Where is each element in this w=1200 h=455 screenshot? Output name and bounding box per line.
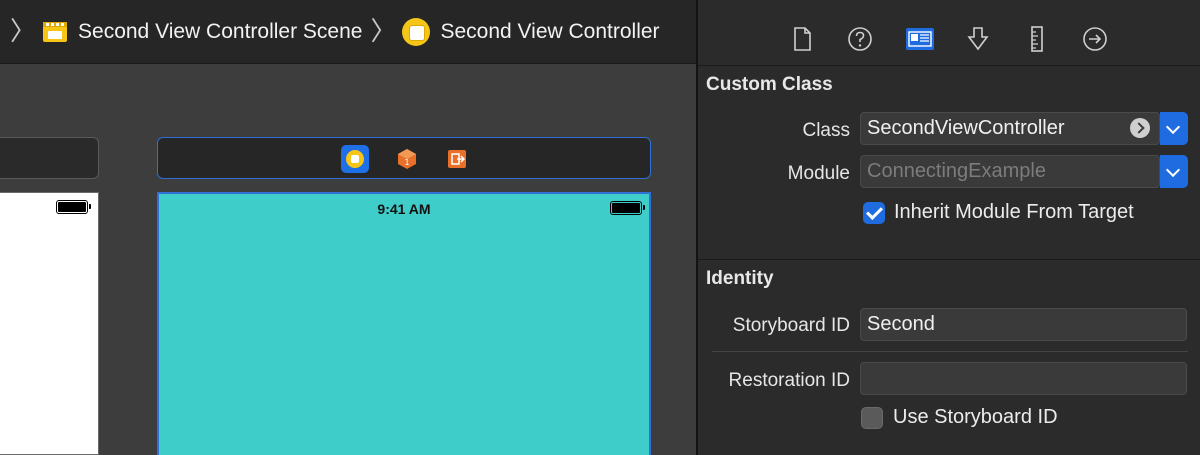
scene-icon[interactable] — [42, 19, 68, 45]
module-field-placeholder: ConnectingExample — [867, 160, 1046, 182]
previous-scene-dock[interactable] — [0, 137, 99, 179]
jump-bar: 〉 Second View Controller Scene 〉 Second … — [0, 0, 696, 64]
class-field[interactable]: SecondViewController — [860, 112, 1160, 145]
identity-card-icon[interactable] — [904, 25, 936, 53]
xcode-window: 〉 Second View Controller Scene 〉 Second … — [0, 0, 1200, 455]
inherit-module-checkbox[interactable] — [863, 202, 885, 224]
view-controller-icon[interactable] — [402, 17, 431, 46]
class-field-value: SecondViewController — [867, 117, 1065, 139]
restoration-id-field[interactable] — [860, 362, 1187, 395]
module-field[interactable]: ConnectingExample — [860, 155, 1160, 188]
exit-icon[interactable] — [443, 145, 471, 173]
class-popup-button[interactable] — [1160, 112, 1188, 145]
battery-icon — [56, 200, 91, 214]
identity-title: Identity — [706, 268, 774, 289]
jump-bar-controller-label[interactable]: Second View Controller — [440, 20, 659, 44]
storyboard-id-label: Storyboard ID — [732, 315, 850, 336]
question-icon[interactable] — [846, 25, 874, 53]
scene-dock[interactable]: 1 — [157, 137, 651, 179]
inherit-module-label[interactable]: Inherit Module From Target — [894, 201, 1134, 224]
first-responder-icon[interactable]: 1 — [393, 145, 421, 173]
class-label: Class — [802, 120, 850, 141]
jump-bar-scene-label[interactable]: Second View Controller Scene — [78, 20, 362, 44]
storyboard-canvas[interactable]: 〉 Second View Controller Scene 〉 Second … — [0, 0, 696, 455]
ruler-icon[interactable] — [1023, 25, 1051, 53]
section-divider — [698, 259, 1200, 260]
status-bar-time: 9:41 AM — [377, 201, 431, 217]
storyboard-id-value: Second — [867, 313, 935, 335]
previous-scene-view[interactable] — [0, 192, 99, 455]
chevron-right-icon: 〉 — [10, 16, 37, 47]
view-controller-dock-icon[interactable] — [341, 145, 369, 173]
use-storyboard-id-checkbox[interactable] — [861, 407, 883, 429]
arrow-right-circle-icon[interactable] — [1081, 25, 1109, 53]
chevron-right-icon: 〉 — [370, 16, 397, 47]
identity-inspector-panel: Custom Class Class SecondViewController … — [696, 0, 1200, 455]
module-popup-button[interactable] — [1160, 155, 1188, 188]
use-storyboard-id-label[interactable]: Use Storyboard ID — [893, 406, 1058, 429]
go-to-class-icon[interactable] — [1130, 118, 1150, 138]
document-icon[interactable] — [788, 25, 816, 53]
battery-icon — [610, 201, 645, 215]
storyboard-id-field[interactable]: Second — [860, 308, 1187, 341]
restoration-id-label: Restoration ID — [728, 370, 850, 391]
custom-class-title: Custom Class — [706, 74, 833, 95]
second-view-controller-view[interactable]: 9:41 AM — [157, 192, 651, 455]
module-label: Module — [787, 163, 850, 184]
row-divider — [712, 351, 1188, 352]
svg-text:1: 1 — [404, 158, 409, 167]
arrow-down-icon[interactable] — [964, 25, 992, 53]
inspector-tab-bar — [698, 0, 1200, 66]
